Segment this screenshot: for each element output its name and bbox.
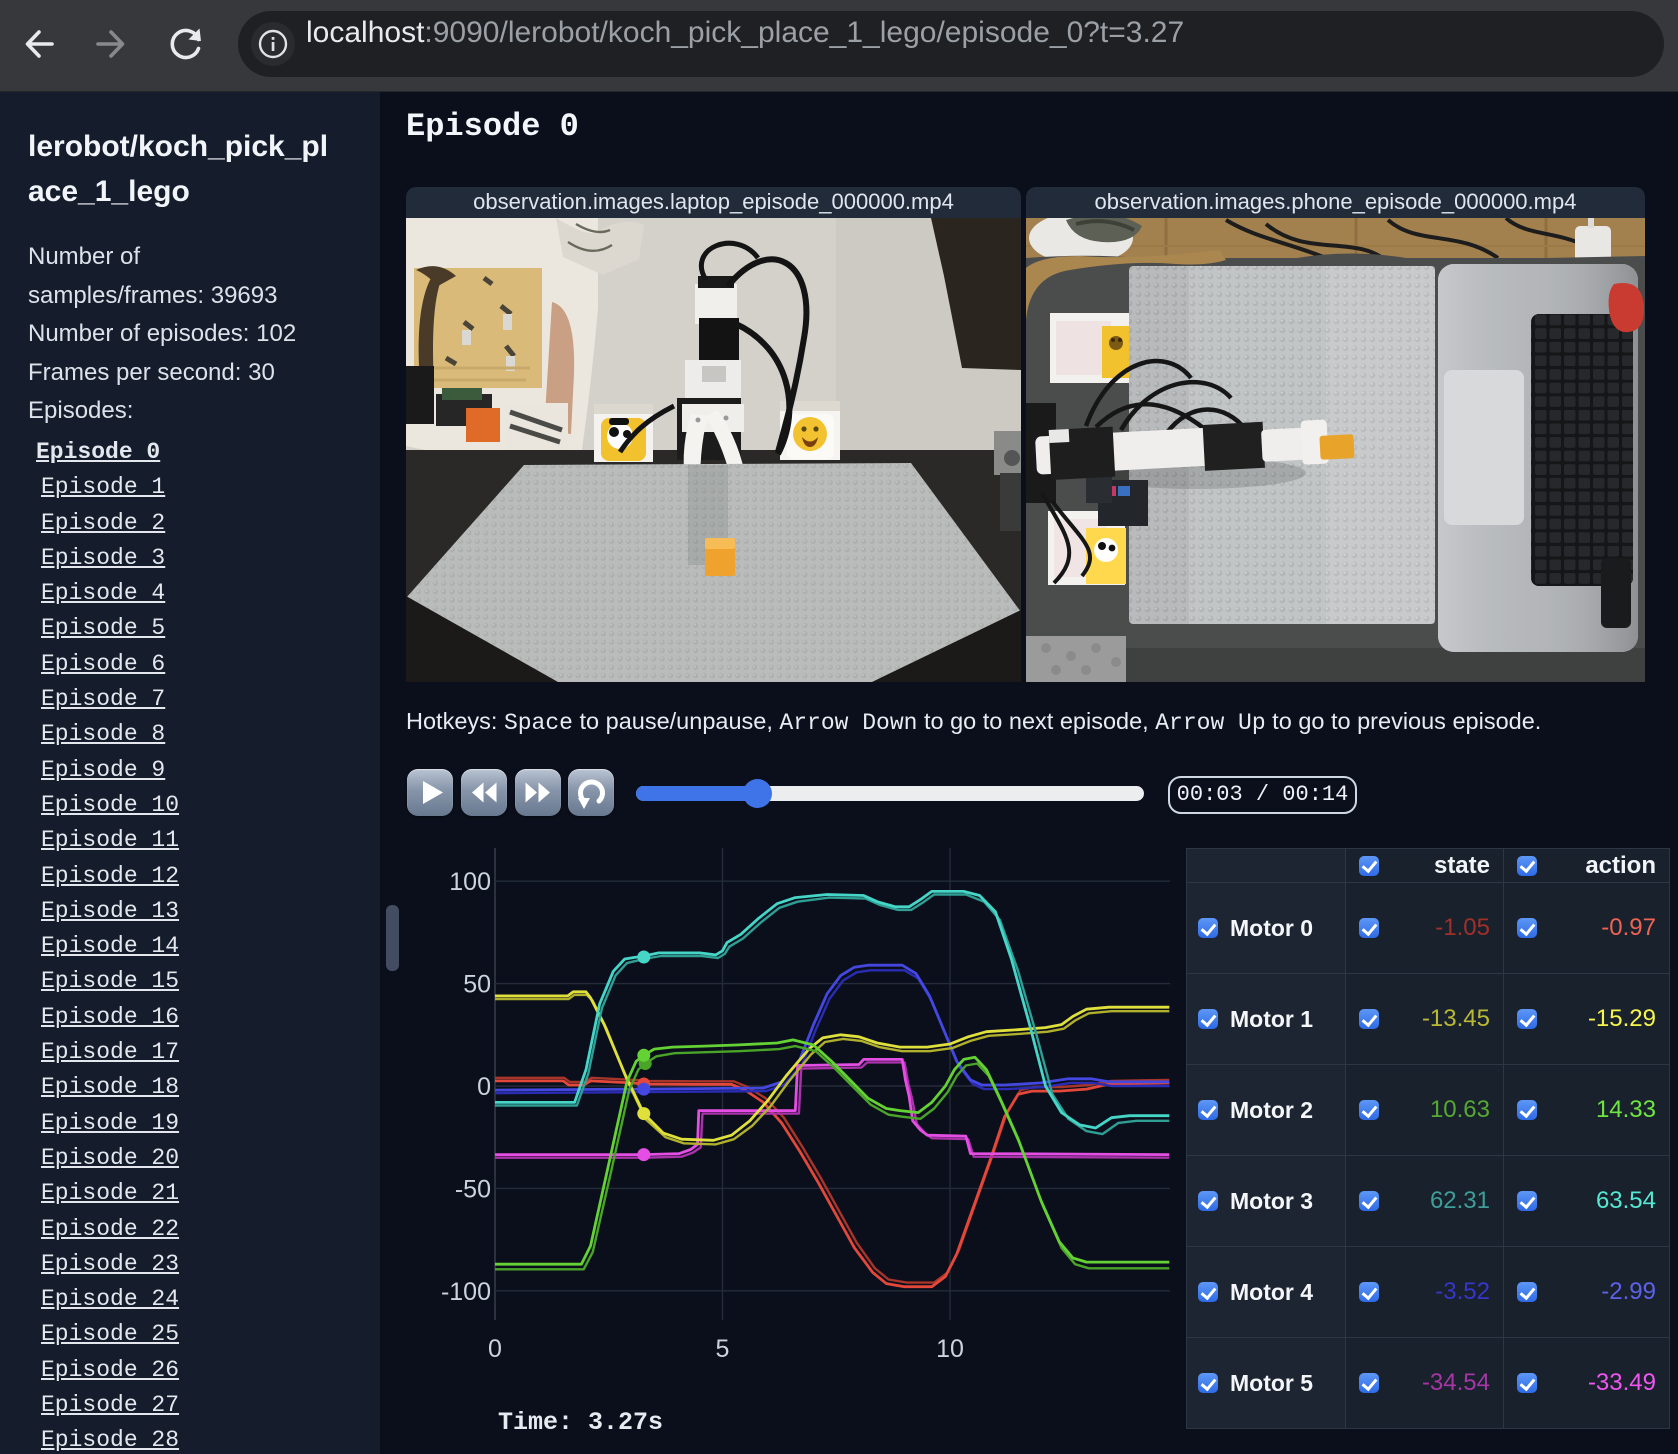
svg-text:100: 100 bbox=[449, 868, 491, 896]
svg-text:-100: -100 bbox=[441, 1278, 491, 1306]
svg-text:10: 10 bbox=[936, 1335, 964, 1363]
svg-text:-50: -50 bbox=[455, 1175, 491, 1203]
svg-text:5: 5 bbox=[716, 1335, 730, 1363]
svg-text:Time: 3.27s: Time: 3.27s bbox=[498, 1408, 663, 1437]
svg-text:50: 50 bbox=[463, 971, 491, 999]
svg-text:0: 0 bbox=[477, 1073, 491, 1101]
svg-text:0: 0 bbox=[488, 1335, 502, 1363]
